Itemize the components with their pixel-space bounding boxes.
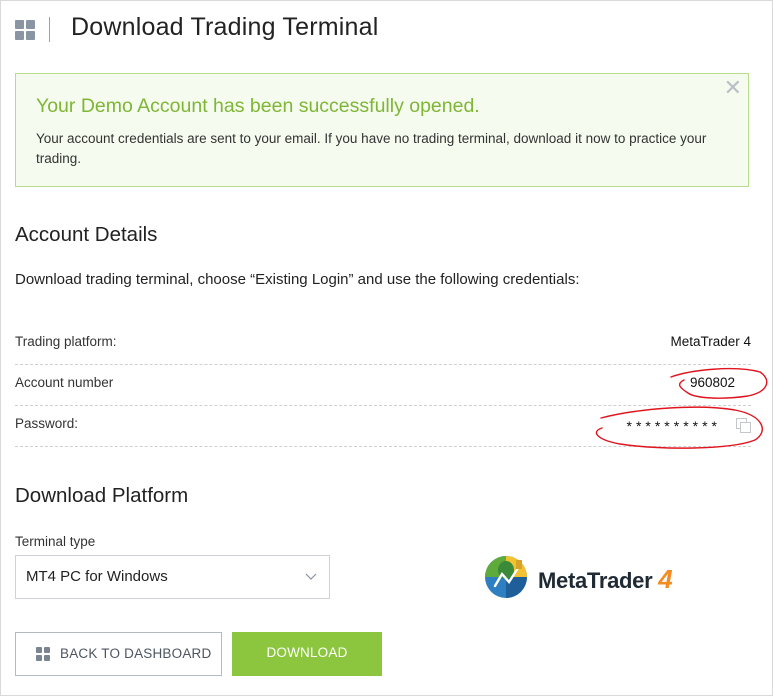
platform-label: Trading platform: [15, 334, 117, 349]
account-number-value: 960802 [689, 375, 735, 390]
back-to-dashboard-label: BACK TO DASHBOARD [60, 646, 212, 661]
header-divider [49, 17, 50, 42]
terminal-type-value: MT4 PC for Windows [26, 568, 168, 585]
alert-body: Your account credentials are sent to you… [36, 131, 707, 166]
page-header: Download Trading Terminal [0, 0, 773, 60]
chevron-down-icon [305, 573, 317, 580]
metatrader-logo: MetaTrader 4 [480, 550, 680, 602]
alert-title: Your Demo Account has been successfully … [36, 95, 480, 117]
close-icon[interactable]: ✕ [724, 76, 742, 100]
page-title: Download Trading Terminal [71, 13, 379, 41]
metatrader-wordmark: MetaTrader 4 [538, 564, 673, 595]
download-button-label: DOWNLOAD [266, 645, 348, 660]
credentials-instructions: Download trading terminal, choose “Exist… [15, 271, 580, 288]
account-details-title: Account Details [15, 223, 158, 246]
logo-number: 4 [658, 564, 673, 594]
account-number-label: Account number [15, 375, 114, 390]
detail-row-password: Password: ********** [15, 405, 751, 447]
download-button[interactable]: DOWNLOAD [232, 632, 382, 676]
password-value: ********** [626, 418, 721, 434]
metatrader-emblem-icon [485, 556, 527, 598]
copy-icon[interactable] [736, 418, 751, 433]
password-label: Password: [15, 416, 79, 431]
download-platform-title: Download Platform [15, 484, 189, 507]
detail-row-account-number: Account number 960802 [15, 364, 751, 406]
platform-value: MetaTrader 4 [670, 334, 751, 349]
back-to-dashboard-button[interactable]: BACK TO DASHBOARD [15, 632, 222, 676]
terminal-type-label: Terminal type [15, 534, 96, 549]
terminal-type-select[interactable]: MT4 PC for Windows [15, 555, 330, 599]
success-alert: Your Demo Account has been successfully … [15, 73, 749, 187]
grid-menu-icon[interactable] [15, 20, 35, 40]
detail-row-platform: Trading platform: MetaTrader 4 [15, 323, 751, 365]
dashboard-grid-icon [36, 647, 50, 661]
logo-text: MetaTrader [538, 568, 653, 593]
